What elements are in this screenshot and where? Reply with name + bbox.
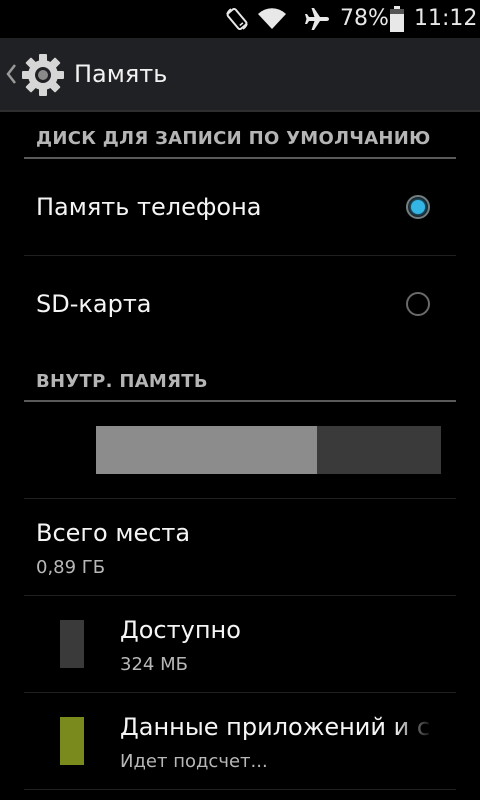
total-space-title: Всего места xyxy=(36,519,191,547)
list-item-available[interactable]: Доступно 324 МБ xyxy=(24,596,456,693)
page-title: Память xyxy=(74,60,168,88)
gear-icon[interactable] xyxy=(20,52,66,98)
section-header-label: ВНУТР. ПАМЯТЬ xyxy=(36,371,208,392)
section-header-default-disk: ДИСК ДЛЯ ЗАПИСИ ПО УМОЛЧАНИЮ xyxy=(24,112,456,159)
wifi-icon xyxy=(256,0,288,38)
list-item-app-data[interactable]: Данные приложений и с Идет подсчет... xyxy=(24,693,456,790)
storage-usage-bar xyxy=(96,426,441,474)
available-title: Доступно xyxy=(120,616,241,644)
action-bar: Память xyxy=(0,38,480,112)
color-swatch xyxy=(60,717,84,765)
app-data-value: Идет подсчет... xyxy=(120,751,268,772)
storage-settings-screen: 78% 11:12 Память ДИСК ДЛЯ ЗАПИСИ ПО УМОЛ… xyxy=(0,0,480,800)
radio-unselected-icon[interactable] xyxy=(406,292,430,316)
clock: 11:12 xyxy=(414,6,478,31)
radio-selected-icon[interactable] xyxy=(406,195,430,219)
status-bar: 78% 11:12 xyxy=(0,0,480,38)
radio-option-sd-card[interactable]: SD-карта xyxy=(24,256,456,352)
option-label: SD-карта xyxy=(36,290,152,318)
rotate-icon xyxy=(222,0,252,38)
option-label: Память телефона xyxy=(36,193,262,221)
total-space-value: 0,89 ГБ xyxy=(36,557,106,578)
battery-percent: 78% xyxy=(340,6,389,31)
radio-option-phone-memory[interactable]: Память телефона xyxy=(24,159,456,256)
battery-icon xyxy=(388,0,406,38)
storage-usage-fill xyxy=(96,426,317,474)
color-swatch xyxy=(60,620,84,668)
text-fade xyxy=(394,713,434,745)
available-value: 324 МБ xyxy=(120,654,188,675)
section-header-label: ДИСК ДЛЯ ЗАПИСИ ПО УМОЛЧАНИЮ xyxy=(36,128,431,149)
section-header-internal-memory: ВНУТР. ПАМЯТЬ xyxy=(24,352,456,402)
airplane-icon xyxy=(300,0,334,38)
back-chevron-icon[interactable] xyxy=(4,62,18,86)
app-data-title: Данные приложений и с xyxy=(120,713,431,741)
list-item-total-space[interactable]: Всего места 0,89 ГБ xyxy=(24,499,456,596)
